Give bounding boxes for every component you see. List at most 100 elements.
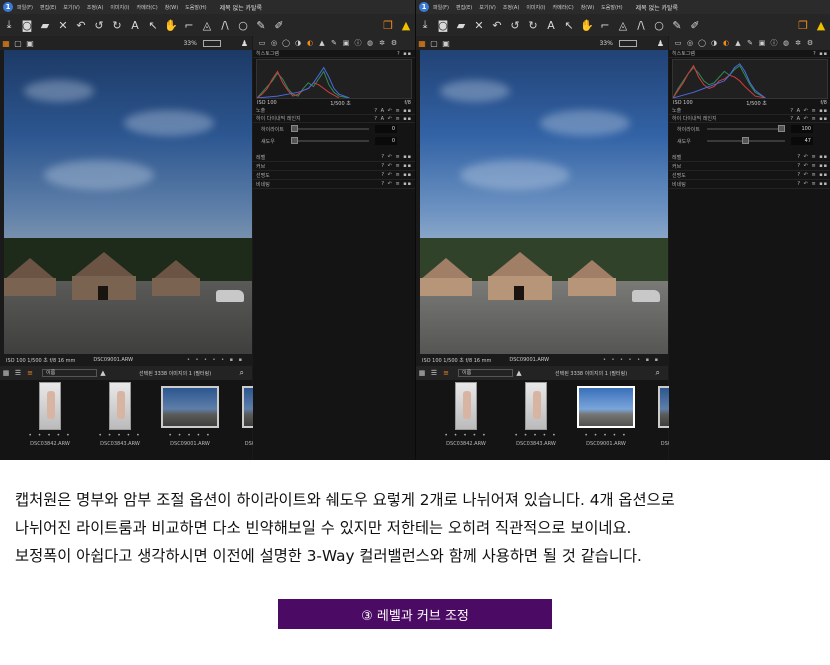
camera-icon[interactable]: ◙ — [18, 19, 36, 32]
tab-metadata-icon[interactable]: ⓘ — [768, 38, 780, 48]
proof-toggle[interactable] — [618, 39, 637, 47]
levels-header[interactable]: 레벨? ↶ ≡ ▪▪ — [253, 153, 415, 162]
sort-direction-icon[interactable]: ▲ — [97, 369, 109, 377]
list-view-icon[interactable]: ☰ — [12, 369, 24, 377]
highlight-value[interactable]: 0 — [375, 125, 397, 133]
sort-select[interactable]: 이름 — [42, 369, 97, 377]
spot-icon[interactable]: ○ — [650, 19, 668, 32]
tab-settings-icon[interactable]: ✲ — [376, 39, 388, 47]
grid-view-icon[interactable]: ▦ — [416, 39, 428, 48]
warning-icon[interactable]: ▲ — [812, 19, 830, 32]
section-tools[interactable]: ? A ↶ ≡ ▪▪ — [374, 108, 412, 114]
tab-color-icon[interactable]: ◑ — [292, 39, 304, 47]
section-tools[interactable]: ? ▪▪ — [813, 51, 828, 57]
vignetting-header[interactable]: 비네팅? ↶ ≡ ▪▪ — [669, 180, 830, 189]
highlight-slider[interactable] — [707, 125, 785, 132]
redo-icon[interactable]: ↻ — [108, 19, 126, 32]
import-icon[interactable]: ⤓ — [0, 18, 18, 32]
tab-metadata-icon[interactable]: ⓘ — [352, 38, 364, 48]
filmstrip-view-icon[interactable]: ≡ — [440, 369, 452, 377]
shadow-slider[interactable] — [707, 137, 785, 144]
exposure-header[interactable]: 노출 ? A ↶ ≡ ▪▪ — [669, 107, 830, 115]
tab-capture-icon[interactable]: ◎ — [268, 39, 280, 47]
menu-help[interactable]: 도움말(H) — [185, 4, 206, 11]
search-icon[interactable]: ⌕ — [656, 368, 660, 378]
proof-toggle[interactable] — [202, 39, 221, 47]
straighten-icon[interactable]: ◬ — [198, 19, 216, 32]
section-tools[interactable]: ? A ↶ ≡ ▪▪ — [790, 116, 828, 122]
redo-icon[interactable]: ↻ — [524, 19, 542, 32]
grid-view-icon[interactable]: ▦ — [0, 39, 12, 48]
menu-camera[interactable]: 카메라(C) — [137, 4, 158, 11]
section-tools[interactable]: ? ▪▪ — [397, 51, 412, 57]
brush-icon[interactable]: ✎ — [252, 19, 270, 32]
image-viewer[interactable] — [420, 50, 668, 354]
menu-adjust[interactable]: 조정(A) — [503, 4, 520, 11]
image-viewer[interactable] — [4, 50, 252, 354]
folder-icon[interactable]: ▰ — [452, 19, 470, 32]
brush-icon[interactable]: ✎ — [668, 19, 686, 32]
user-icon[interactable]: ♟ — [241, 39, 248, 48]
thumbnail[interactable]: • • • • • DSC03842.ARW — [20, 382, 80, 447]
sort-select[interactable]: 이름 — [458, 369, 513, 377]
copy-icon[interactable]: ↶ — [72, 19, 90, 32]
undo-icon[interactable]: ↺ — [90, 19, 108, 32]
highlight-value[interactable]: 100 — [791, 125, 813, 133]
section-heading-button[interactable]: ③ 레벨과 커브 조정 — [278, 599, 552, 629]
pan-icon[interactable]: ✋ — [162, 19, 180, 32]
thumbnail[interactable]: • • • • • DSC03843.ARW — [90, 382, 150, 447]
tab-exposure-icon[interactable]: ◐ — [720, 39, 732, 47]
vignetting-header[interactable]: 비네팅? ↶ ≡ ▪▪ — [253, 180, 415, 189]
undo-icon[interactable]: ↺ — [506, 19, 524, 32]
tab-batch-icon[interactable]: ⚙ — [804, 39, 816, 47]
menu-view[interactable]: 보기(V) — [63, 4, 80, 11]
list-view-icon[interactable]: ☰ — [428, 369, 440, 377]
hdr-header[interactable]: 하이 다이내믹 레인지 ? A ↶ ≡ ▪▪ — [253, 115, 415, 123]
keystone-icon[interactable]: /\ — [216, 19, 234, 32]
thumbnail[interactable]: • • • • • DSC03842.ARW — [436, 382, 496, 447]
thumbnail-selected[interactable]: • • • • • DSC09001.ARW — [573, 382, 639, 447]
clarity-header[interactable]: 선명도? ↶ ≡ ▪▪ — [669, 171, 830, 180]
thumbnail-grid-icon[interactable]: ▦ — [416, 369, 428, 377]
folder-icon[interactable]: ▰ — [36, 19, 54, 32]
tab-lens-icon[interactable]: ◯ — [280, 39, 292, 47]
menu-camera[interactable]: 카메라(C) — [553, 4, 574, 11]
clarity-header[interactable]: 선명도? ↶ ≡ ▪▪ — [253, 171, 415, 180]
camera-icon[interactable]: ◙ — [434, 19, 452, 32]
cursor-icon[interactable]: ↖ — [144, 19, 162, 32]
tab-library-icon[interactable]: ▭ — [256, 39, 268, 47]
menu-image[interactable]: 이미지(I) — [110, 4, 129, 11]
tab-adjust-icon[interactable]: ▣ — [756, 39, 768, 47]
warning-icon[interactable]: ▲ — [397, 19, 415, 32]
rating-stars[interactable]: • • • • • ▪ ▪ — [187, 357, 244, 363]
zoom-level[interactable]: 33% — [599, 40, 612, 47]
sort-direction-icon[interactable]: ▲ — [513, 369, 525, 377]
tab-output-icon[interactable]: ◍ — [780, 39, 792, 47]
shadow-slider[interactable] — [291, 137, 369, 144]
tab-details-icon[interactable]: ▲ — [732, 39, 744, 47]
tab-batch-icon[interactable]: ⚙ — [388, 39, 400, 47]
straighten-icon[interactable]: ◬ — [614, 19, 632, 32]
text-icon[interactable]: A — [126, 19, 144, 32]
stack-icon[interactable]: ❐ — [379, 19, 397, 32]
delete-icon[interactable]: ✕ — [470, 19, 488, 32]
menu-view[interactable]: 보기(V) — [479, 4, 496, 11]
crop-icon[interactable]: ⌐ — [596, 19, 614, 32]
single-view-icon[interactable]: ▢ — [428, 39, 440, 48]
single-view-icon[interactable]: ▢ — [12, 39, 24, 48]
spot-icon[interactable]: ○ — [234, 19, 252, 32]
menu-edit[interactable]: 편집(E) — [40, 4, 56, 11]
levels-header[interactable]: 레벨? ↶ ≡ ▪▪ — [669, 153, 830, 162]
user-icon[interactable]: ♟ — [657, 39, 664, 48]
picker-icon[interactable]: ✐ — [686, 19, 704, 32]
exposure-header[interactable]: 노출 ? A ↶ ≡ ▪▪ — [253, 107, 415, 115]
tab-local-icon[interactable]: ✎ — [744, 39, 756, 47]
menu-window[interactable]: 창(W) — [581, 4, 594, 11]
shadow-value[interactable]: 0 — [375, 137, 397, 145]
menu-image[interactable]: 이미지(I) — [526, 4, 545, 11]
tab-details-icon[interactable]: ▲ — [316, 39, 328, 47]
compare-view-icon[interactable]: ▣ — [440, 39, 452, 48]
import-icon[interactable]: ⤓ — [416, 18, 434, 32]
keystone-icon[interactable]: /\ — [632, 19, 650, 32]
hdr-header[interactable]: 하이 다이내믹 레인지 ? A ↶ ≡ ▪▪ — [669, 115, 830, 123]
